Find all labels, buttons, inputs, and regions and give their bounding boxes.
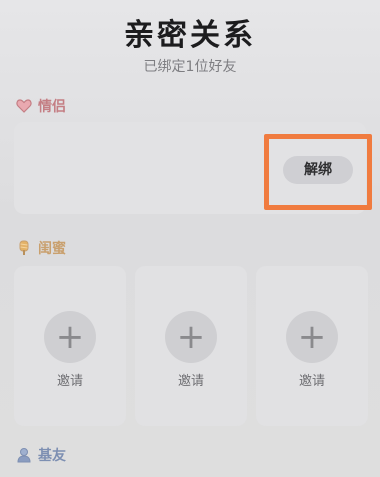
invite-label: 邀请 [56,374,83,389]
intimate-relations-page: 亲密关系 已绑定1位好友 情侣 解绑 闺蜜 + 邀请 + 邀请 + 邀请 基友 [0,0,380,477]
bound-count-subtitle: 已绑定1位好友 [143,59,237,75]
heart-icon [16,98,32,114]
highlight-box [264,134,372,210]
invite-slot[interactable]: + 邀请 [14,266,126,426]
popsicle-icon [16,240,32,256]
section-header-couple: 情侣 [16,96,66,116]
section-label-couple: 情侣 [38,99,66,115]
invite-label: 邀请 [177,374,204,389]
page-title: 亲密关系 [124,18,256,53]
section-label-friend: 基友 [38,448,66,464]
section-header-friend: 基友 [16,445,66,465]
add-icon[interactable]: + [286,311,338,363]
invite-slot[interactable]: + 邀请 [256,266,368,426]
section-header-bestie: 闺蜜 [16,238,66,258]
friend-icon [16,447,32,463]
invite-label: 邀请 [298,374,325,389]
invite-slot[interactable]: + 邀请 [135,266,247,426]
section-label-bestie: 闺蜜 [38,241,66,257]
add-icon[interactable]: + [165,311,217,363]
add-icon[interactable]: + [44,311,96,363]
